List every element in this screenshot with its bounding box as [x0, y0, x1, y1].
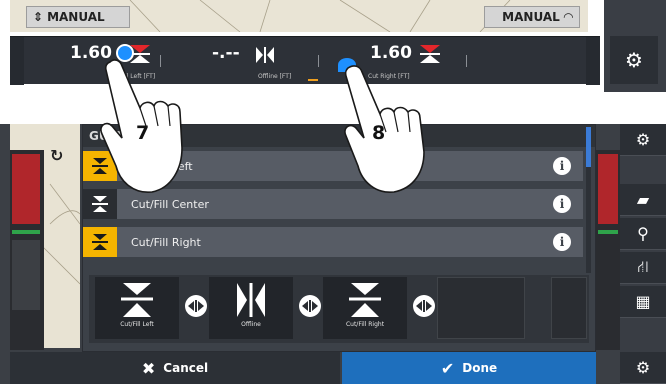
readout-divider — [318, 55, 319, 67]
empty-widget-slot[interactable] — [437, 277, 525, 339]
info-icon[interactable]: i — [553, 233, 571, 251]
map-icon: ▦ — [635, 292, 651, 311]
empty-widget-slot[interactable] — [551, 277, 587, 339]
location-rail-button[interactable]: ⚲ — [620, 218, 666, 250]
cancel-button[interactable]: ✖ Cancel — [10, 352, 340, 384]
cut-fill-icon — [121, 283, 153, 317]
bar-left-edge — [10, 37, 24, 85]
machine-settings-icon: ⚙ — [635, 358, 651, 377]
top-right-panel: ⚙ — [604, 0, 666, 92]
up-down-arrow-icon: ⇕ — [33, 10, 44, 24]
selected-widgets-strip: Cut/Fill Left Offline Cut/Fill Right — [89, 275, 589, 343]
offline-icon — [237, 283, 265, 317]
blade-rail-button[interactable]: ▰ — [620, 184, 666, 216]
readout-offline[interactable]: -.-- — [212, 43, 240, 63]
offline-icon — [254, 45, 276, 69]
widget-tile-offline[interactable]: Offline — [209, 277, 293, 339]
left-grade-gauge — [10, 150, 44, 350]
gauge-green-marker — [12, 230, 40, 234]
manual-mode-left[interactable]: ⇕ MANUAL — [26, 6, 130, 28]
cut-fill-icon — [83, 227, 117, 257]
done-button[interactable]: ✔ Done — [342, 352, 596, 384]
widget-tile-cut-fill-right[interactable]: Cut/Fill Right — [323, 277, 407, 339]
move-handle-icon[interactable] — [185, 295, 207, 317]
move-handle-icon[interactable] — [299, 295, 321, 317]
gauge-green-marker — [598, 230, 618, 234]
road-icon: ⛙ — [637, 257, 649, 276]
road-rail-button[interactable]: ⛙ — [620, 252, 666, 284]
map-rail-button[interactable]: ▦ — [620, 286, 666, 318]
machine-rail-button[interactable]: ⚙ — [620, 352, 666, 384]
close-icon: ✖ — [141, 358, 156, 378]
right-tool-rail: ⚙ ▰ ⚲ ⛙ ▦ ⚙ — [620, 124, 666, 384]
machine-settings-button[interactable]: ⚙ — [610, 36, 658, 84]
step-number-8: 8 — [372, 122, 386, 144]
right-grade-gauge — [596, 150, 620, 350]
readout-label-offline: Offline [FT] — [258, 73, 292, 80]
offline-indicator-dots — [308, 79, 318, 81]
readout-divider — [466, 55, 467, 67]
scrollbar-thumb[interactable] — [586, 127, 591, 167]
info-icon[interactable]: i — [553, 195, 571, 213]
gauge-red-zone — [12, 154, 40, 224]
settings-rail-button[interactable]: ⚙ — [620, 124, 666, 156]
machine-settings-icon: ⚙ — [635, 130, 651, 149]
blade-icon: ▰ — [636, 190, 650, 209]
location-pin-icon: ⚲ — [637, 224, 649, 243]
checkmark-icon: ✔ — [440, 358, 455, 378]
readout-cut-right[interactable]: 1.60 — [370, 43, 412, 63]
bar-right-edge — [586, 37, 600, 85]
list-item-cut-fill-right[interactable]: Cut/Fill Right i — [83, 227, 583, 257]
refresh-icon[interactable]: ↻ — [50, 146, 63, 165]
step-number-7: 7 — [136, 122, 150, 144]
move-handle-icon[interactable] — [413, 295, 435, 317]
machine-settings-icon: ⚙ — [625, 48, 643, 72]
widget-tile-cut-fill-left[interactable]: Cut/Fill Left — [95, 277, 179, 339]
cut-fill-icon — [349, 283, 381, 317]
gauge-lower-zone — [12, 240, 40, 310]
manual-mode-right[interactable]: MANUAL ◠ — [484, 6, 580, 28]
gauge-icon: ◠ — [563, 10, 573, 24]
gauge-red-zone — [598, 154, 618, 224]
info-icon[interactable]: i — [553, 157, 571, 175]
